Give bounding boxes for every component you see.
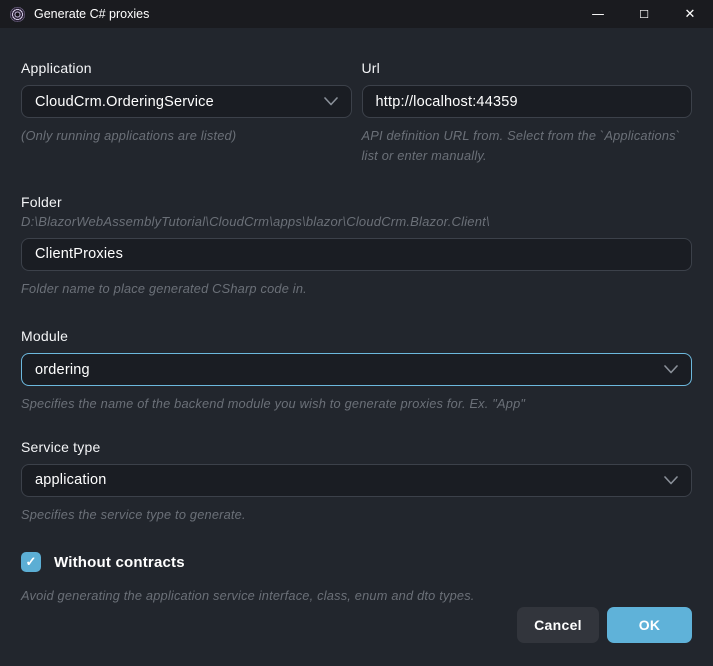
folder-input[interactable] xyxy=(21,238,692,271)
application-field-group: Application CloudCrm.OrderingService (On… xyxy=(21,60,352,167)
url-label: Url xyxy=(362,60,693,76)
without-contracts-label[interactable]: Without contracts xyxy=(54,554,185,571)
folder-helper: Folder name to place generated CSharp co… xyxy=(21,279,692,299)
app-logo-icon xyxy=(10,7,25,22)
application-select-value: CloudCrm.OrderingService xyxy=(35,94,214,110)
module-select-value: ordering xyxy=(35,362,90,378)
without-contracts-checkbox[interactable]: ✓ xyxy=(21,552,41,572)
without-contracts-helper: Avoid generating the application service… xyxy=(21,586,692,606)
close-button[interactable]: ✕ xyxy=(667,0,713,28)
application-select[interactable]: CloudCrm.OrderingService xyxy=(21,85,352,118)
url-input[interactable] xyxy=(362,85,693,118)
without-contracts-row: ✓ Without contracts xyxy=(21,552,692,572)
generate-proxies-dialog: Generate C# proxies — ☐ ✕ Application Cl… xyxy=(0,0,713,666)
service-type-select-value: application xyxy=(35,472,107,488)
ok-button[interactable]: OK xyxy=(607,607,692,643)
maximize-button[interactable]: ☐ xyxy=(621,0,667,28)
module-field-group: Module ordering Specifies the name of th… xyxy=(21,328,692,414)
service-type-select[interactable]: application xyxy=(21,464,692,497)
folder-path: D:\BlazorWebAssemblyTutorial\CloudCrm\ap… xyxy=(21,214,692,229)
module-helper: Specifies the name of the backend module… xyxy=(21,394,692,414)
chevron-down-icon xyxy=(324,97,338,106)
url-helper: API definition URL from. Select from the… xyxy=(362,126,693,167)
folder-label: Folder xyxy=(21,194,692,210)
module-select[interactable]: ordering xyxy=(21,353,692,386)
chevron-down-icon xyxy=(664,476,678,485)
module-label: Module xyxy=(21,328,692,344)
chevron-down-icon xyxy=(664,365,678,374)
without-contracts-group: ✓ Without contracts Avoid generating the… xyxy=(21,552,692,606)
service-type-field-group: Service type application Specifies the s… xyxy=(21,439,692,525)
folder-field-group: Folder D:\BlazorWebAssemblyTutorial\Clou… xyxy=(21,194,692,299)
application-url-row: Application CloudCrm.OrderingService (On… xyxy=(21,60,692,167)
application-helper: (Only running applications are listed) xyxy=(21,126,352,146)
minimize-button[interactable]: — xyxy=(575,0,621,28)
dialog-body: Application CloudCrm.OrderingService (On… xyxy=(0,28,713,607)
window-controls: — ☐ ✕ xyxy=(575,0,713,28)
application-label: Application xyxy=(21,60,352,76)
titlebar: Generate C# proxies — ☐ ✕ xyxy=(0,0,713,28)
service-type-label: Service type xyxy=(21,439,692,455)
service-type-helper: Specifies the service type to generate. xyxy=(21,505,692,525)
window-title: Generate C# proxies xyxy=(34,7,149,21)
url-field-group: Url API definition URL from. Select from… xyxy=(362,60,693,167)
cancel-button[interactable]: Cancel xyxy=(517,607,599,643)
dialog-footer: Cancel OK xyxy=(0,607,713,666)
